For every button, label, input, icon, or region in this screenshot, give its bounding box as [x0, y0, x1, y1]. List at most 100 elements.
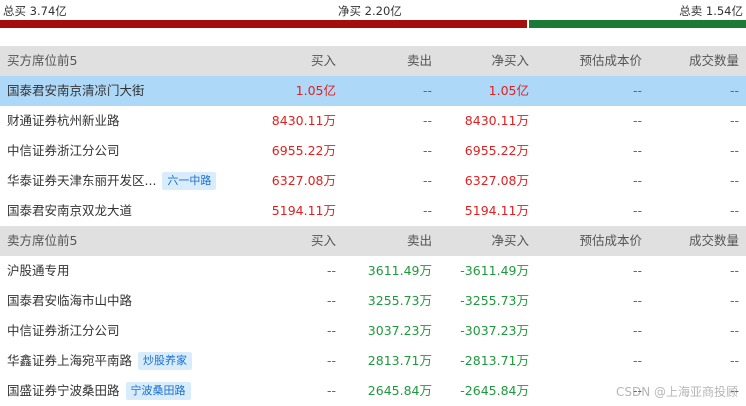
volume-text: --	[729, 173, 739, 188]
est-cost: --	[633, 166, 642, 196]
buy-amount: 1.05亿	[296, 76, 336, 106]
buy-seat-row[interactable]: 国泰君安南京清凉门大街 1.05亿 -- 1.05亿 -- --	[0, 76, 746, 106]
buy-amount-text: --	[326, 383, 336, 398]
total-sell-label: 总卖 1.54亿	[679, 4, 743, 18]
buy-amount-text: 5194.11万	[271, 203, 336, 218]
volume: --	[730, 136, 739, 166]
est-cost-text: --	[632, 263, 642, 278]
total-buy-label: 总买 3.74亿	[3, 4, 67, 18]
header-net: 净买入	[491, 233, 529, 248]
net-amount: -3255.73万	[460, 286, 529, 316]
buy-section-header: 买方席位前5 买入 卖出 净买入 预估成本价 成交数量	[0, 46, 746, 76]
buy-amount: 6327.08万	[272, 166, 336, 196]
header-buy: 买入	[310, 53, 336, 68]
buy-amount: --	[327, 346, 336, 376]
sell-amount: 3255.73万	[368, 286, 432, 316]
sell-amount: 2645.84万	[368, 376, 432, 406]
volume: --	[730, 106, 739, 136]
est-cost-text: --	[632, 173, 642, 188]
sell-amount-text: --	[422, 143, 432, 158]
buy-amount-text: --	[326, 263, 336, 278]
volume: --	[730, 346, 739, 376]
net-amount: 6955.22万	[465, 136, 529, 166]
sell-amount: --	[423, 166, 432, 196]
buy-seat-row[interactable]: 华泰证券天津东丽开发区... 六一中路 6327.08万 -- 6327.08万 -- --	[0, 166, 746, 196]
sell-seat-row[interactable]: 中信证券浙江分公司 -- 3037.23万 -3037.23万 -- --	[0, 316, 746, 346]
trader-tag[interactable]: 六一中路	[162, 171, 217, 190]
seat-name-text: 中信证券浙江分公司	[7, 143, 120, 158]
sell-amount: --	[423, 76, 432, 106]
buy-seat-row[interactable]: 财通证券杭州新业路 8430.11万 -- 8430.11万 -- --	[0, 106, 746, 136]
volume-text: --	[729, 203, 739, 218]
net-amount: -3611.49万	[460, 256, 529, 286]
header-buy: 买入	[310, 233, 336, 248]
seat-name: 华鑫证券上海宛平南路 炒股养家	[7, 346, 193, 376]
seat-name-text: 沪股通专用	[7, 263, 70, 278]
sell-amount-text: --	[422, 83, 432, 98]
seat-table: 买方席位前5 买入 卖出 净买入 预估成本价 成交数量 国泰君安南京清凉门大街 1…	[0, 46, 746, 406]
buy-seat-row[interactable]: 国泰君安南京双龙大道 5194.11万 -- 5194.11万 -- --	[0, 196, 746, 226]
est-cost-text: --	[632, 143, 642, 158]
est-cost-text: --	[632, 353, 642, 368]
buy-proportion-bar	[0, 20, 527, 28]
buy-amount: --	[327, 286, 336, 316]
trader-tag[interactable]: 宁波桑田路	[125, 381, 191, 400]
seat-name-text: 国盛证券宁波桑田路	[7, 383, 120, 398]
header-cost: 预估成本价	[579, 233, 642, 248]
est-cost: --	[633, 256, 642, 286]
sell-amount: 3037.23万	[368, 316, 432, 346]
net-amount: -3037.23万	[460, 316, 529, 346]
watermark: CSDN @上海亚商投顾	[615, 385, 738, 399]
seat-name-text: 华鑫证券上海宛平南路	[7, 353, 133, 368]
sell-amount-text: 3611.49万	[367, 263, 432, 278]
trader-tag[interactable]: 炒股养家	[138, 351, 193, 370]
sell-amount-text: --	[422, 113, 432, 128]
sell-seat-row[interactable]: 沪股通专用 -- 3611.49万 -3611.49万 -- --	[0, 256, 746, 286]
buy-seat-row[interactable]: 中信证券浙江分公司 6955.22万 -- 6955.22万 -- --	[0, 136, 746, 166]
seat-name: 国盛证券宁波桑田路 宁波桑田路	[7, 376, 191, 406]
sell-amount: --	[423, 196, 432, 226]
net-amount-text: -3255.73万	[460, 293, 529, 308]
sell-amount-text: --	[422, 203, 432, 218]
header-net: 净买入	[491, 53, 529, 68]
volume-text: --	[729, 323, 739, 338]
sell-seat-row[interactable]: 国泰君安临海市山中路 -- 3255.73万 -3255.73万 -- --	[0, 286, 746, 316]
net-buy-label: 净买 2.20亿	[338, 4, 402, 18]
net-amount: 6327.08万	[465, 166, 529, 196]
volume: --	[730, 286, 739, 316]
buy-amount: --	[327, 316, 336, 346]
est-cost: --	[633, 76, 642, 106]
net-amount-text: -3611.49万	[460, 263, 529, 278]
seat-name: 国泰君安临海市山中路	[7, 286, 132, 316]
volume: --	[730, 256, 739, 286]
est-cost: --	[633, 346, 642, 376]
buy-amount-text: --	[326, 323, 336, 338]
net-amount-text: -2645.84万	[460, 383, 529, 398]
seat-name-text: 国泰君安临海市山中路	[7, 293, 133, 308]
header-name: 买方席位前5	[7, 53, 78, 68]
volume: --	[730, 316, 739, 346]
sell-amount-text: 3037.23万	[367, 323, 432, 338]
buy-amount-text: --	[326, 293, 336, 308]
seat-name: 中信证券浙江分公司	[7, 136, 120, 166]
seat-name: 国泰君安南京双龙大道	[7, 196, 132, 226]
sell-amount-text: --	[422, 173, 432, 188]
sell-proportion-bar	[529, 20, 746, 28]
header-sell: 卖出	[406, 233, 432, 248]
buy-amount: --	[327, 376, 336, 406]
seat-name-text: 华泰证券天津东丽开发区...	[7, 173, 157, 188]
header-volume: 成交数量	[688, 53, 739, 68]
net-amount-text: 6327.08万	[464, 173, 529, 188]
est-cost-text: --	[632, 83, 642, 98]
buy-amount-text: --	[326, 353, 336, 368]
sell-amount: 2813.71万	[368, 346, 432, 376]
sell-amount-text: 3255.73万	[367, 293, 432, 308]
volume-text: --	[729, 353, 739, 368]
seat-name: 财通证券杭州新业路	[7, 106, 120, 136]
sell-seat-row[interactable]: 华鑫证券上海宛平南路 炒股养家 -- 2813.71万 -2813.71万 -- --	[0, 346, 746, 376]
net-amount-text: 6955.22万	[464, 143, 529, 158]
header-sell: 卖出	[406, 53, 432, 68]
net-amount-text: 8430.11万	[464, 113, 529, 128]
net-amount: -2645.84万	[460, 376, 529, 406]
sell-amount: --	[423, 136, 432, 166]
